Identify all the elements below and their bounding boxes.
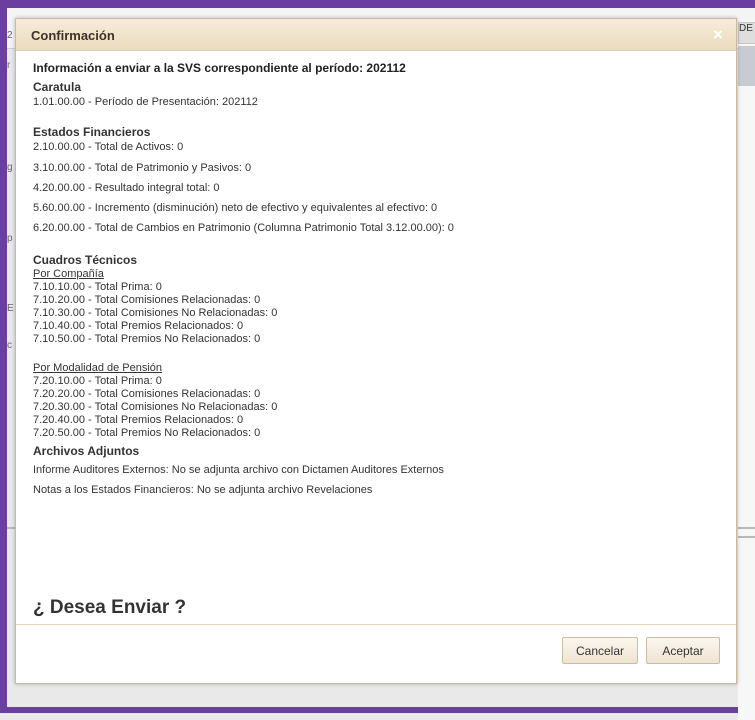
background-text-fragment: r — [7, 60, 11, 71]
close-icon[interactable]: × — [709, 26, 727, 44]
app-frame-bottom — [0, 707, 755, 713]
por-compania-line: 7.10.10.00 - Total Prima: 0 — [33, 281, 162, 293]
background-column-header: DE — [738, 22, 755, 44]
confirm-question: ¿ Desea Enviar ? — [33, 597, 187, 618]
por-modalidad-subtitle: Por Modalidad de Pensión — [33, 362, 163, 374]
por-compania-subtitle: Por Compañía — [33, 268, 104, 280]
estados-line: 5.60.00.00 - Incremento (disminución) ne… — [33, 202, 438, 214]
dialog-titlebar[interactable]: Confirmación × — [16, 19, 736, 51]
section-archivos-title: Archivos Adjuntos — [33, 444, 140, 458]
por-modalidad-line: 7.20.50.00 - Total Premios No Relacionad… — [33, 427, 261, 439]
background-text-fragment: 2 — [7, 30, 13, 41]
app-frame-top — [0, 0, 755, 8]
background-right-column — [738, 20, 755, 720]
por-compania-line: 7.10.20.00 - Total Comisiones Relacionad… — [33, 294, 261, 306]
background-text-fragment: E — [7, 303, 14, 314]
section-caratula-title: Caratula — [33, 80, 82, 94]
estados-line: 6.20.00.00 - Total de Cambios en Patrimo… — [33, 222, 454, 234]
estados-line: 4.20.00.00 - Resultado integral total: 0 — [33, 182, 220, 194]
dialog-content: Información a enviar a la SVS correspond… — [33, 61, 723, 499]
estados-line: 3.10.00.00 - Total de Patrimonio y Pasiv… — [33, 162, 252, 174]
por-modalidad-line: 7.20.30.00 - Total Comisiones No Relacio… — [33, 401, 278, 413]
por-modalidad-line: 7.20.40.00 - Total Premios Relacionados:… — [33, 414, 244, 426]
app-frame-left — [0, 0, 7, 713]
estados-line: 2.10.00.00 - Total de Activos: 0 — [33, 141, 184, 153]
background-divider — [7, 527, 15, 529]
background-divider — [738, 536, 755, 538]
archivos-line: Notas a los Estados Financieros: No se a… — [33, 484, 373, 496]
accept-button[interactable]: Aceptar — [646, 637, 720, 664]
background-selected-row — [738, 46, 755, 86]
dialog-title: Confirmación — [31, 28, 115, 43]
por-compania-line: 7.10.40.00 - Total Premios Relacionados:… — [33, 320, 244, 332]
por-modalidad-line: 7.20.10.00 - Total Prima: 0 — [33, 375, 162, 387]
background-text-fragment: c — [7, 340, 12, 351]
por-compania-line: 7.10.30.00 - Total Comisiones No Relacio… — [33, 307, 278, 319]
summary-heading: Información a enviar a la SVS correspond… — [33, 61, 406, 75]
archivos-line: Informe Auditores Externos: No se adjunt… — [33, 464, 444, 476]
background-text-fragment: g — [7, 162, 13, 173]
section-cuadros-title: Cuadros Técnicos — [33, 253, 138, 267]
cancel-button[interactable]: Cancelar — [562, 637, 638, 664]
background-text-fragment: p — [7, 233, 13, 244]
caratula-line: 1.01.00.00 - Período de Presentación: 20… — [33, 96, 258, 108]
section-estados-title: Estados Financieros — [33, 125, 151, 139]
confirmation-dialog: Confirmación × Información a enviar a la… — [15, 18, 737, 684]
por-compania-line: 7.10.50.00 - Total Premios No Relacionad… — [33, 333, 261, 345]
footer-divider — [16, 624, 736, 625]
por-modalidad-line: 7.20.20.00 - Total Comisiones Relacionad… — [33, 388, 261, 400]
background-divider — [738, 527, 755, 529]
